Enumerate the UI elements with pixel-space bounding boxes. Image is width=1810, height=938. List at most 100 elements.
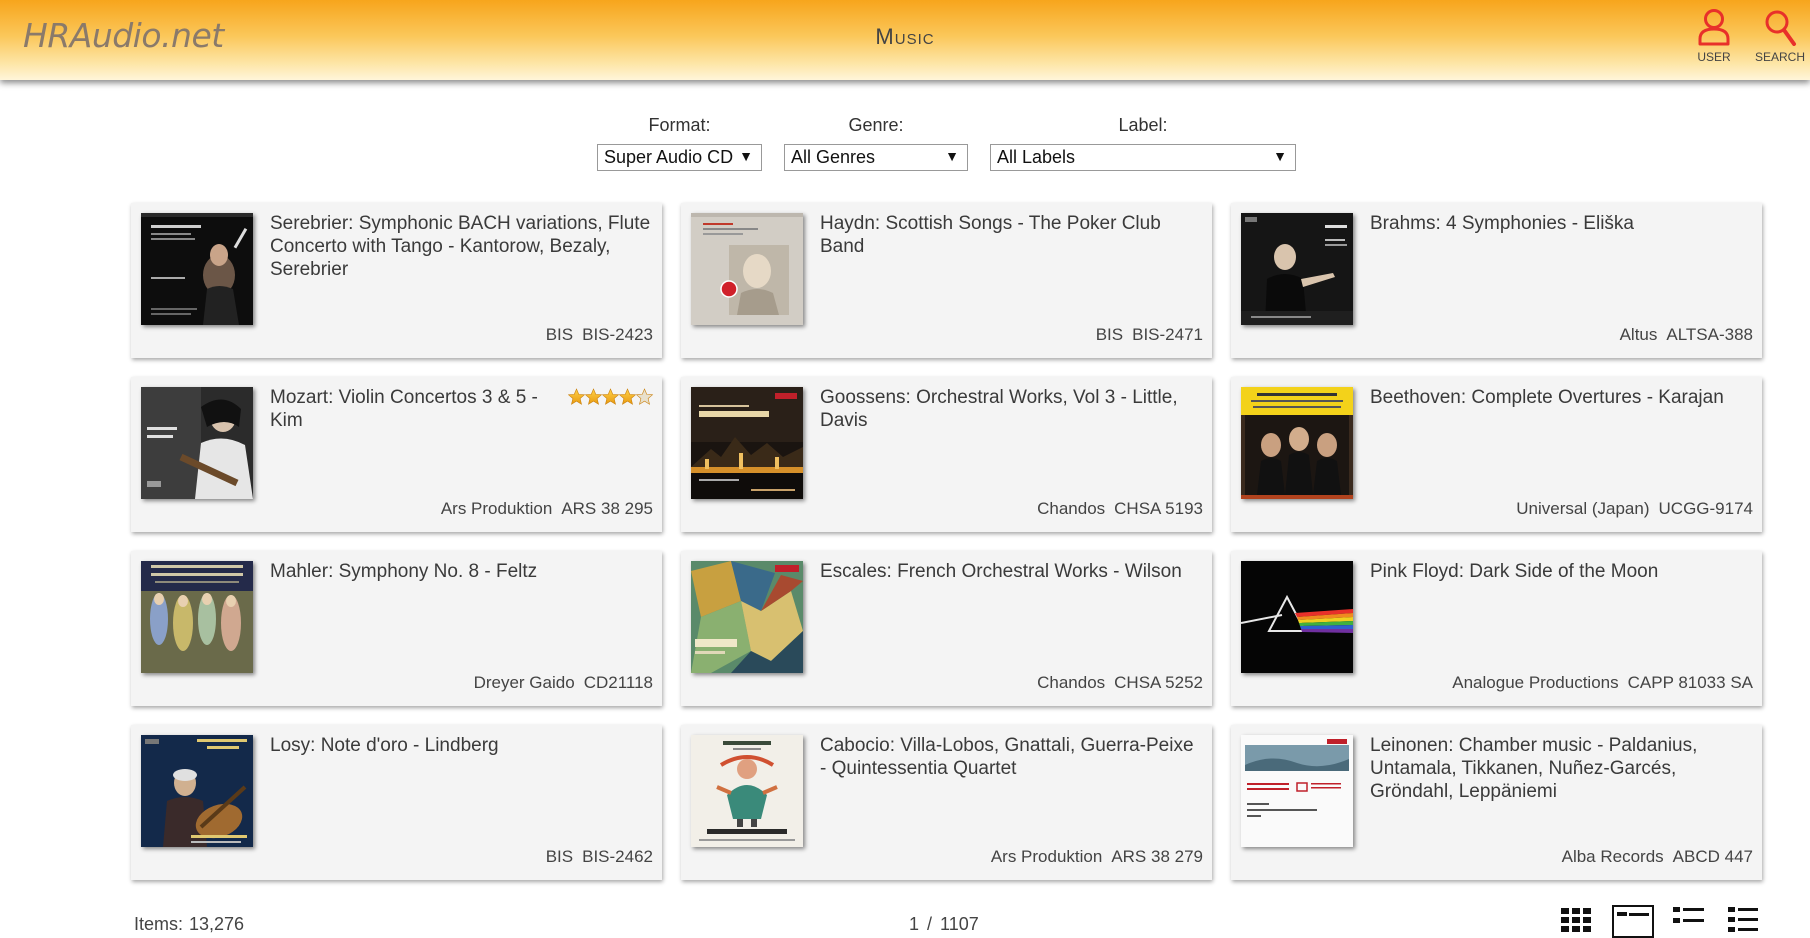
album-card[interactable]: Goossens: Orchestral Works, Vol 3 - Litt… [681, 377, 1212, 532]
dropdown-arrow-icon: ▼ [945, 148, 959, 164]
record-label[interactable]: Analogue Productions [1452, 673, 1618, 692]
album-meta: Analogue Productions CAPP 81033 SA [1452, 673, 1753, 693]
album-meta: Chandos CHSA 5252 [1037, 673, 1203, 693]
record-label[interactable]: Alba Records [1562, 847, 1664, 866]
genre-filter: Genre: All Genres ▼ [784, 115, 968, 171]
cover-list-view-button[interactable] [1612, 905, 1654, 938]
label-filter-label: Label: [1118, 115, 1168, 135]
user-icon [1698, 9, 1730, 46]
compact-list-view-icon [1673, 907, 1704, 923]
catalog-number: CD21118 [583, 673, 653, 692]
album-card[interactable]: Mahler: Symphony No. 8 - Feltz Dreyer Ga… [131, 551, 662, 706]
user-button[interactable]: USER [1684, 8, 1744, 64]
pagination: 1 / 1107 [905, 914, 983, 935]
album-meta: Chandos CHSA 5193 [1037, 499, 1203, 519]
album-cover[interactable] [141, 213, 253, 325]
catalog-number: CHSA 5252 [1114, 673, 1203, 692]
catalog-number: CHSA 5193 [1114, 499, 1203, 518]
dropdown-arrow-icon: ▼ [739, 148, 753, 164]
detail-list-view-icon [1728, 907, 1758, 932]
genre-select[interactable]: All Genres ▼ [784, 144, 968, 171]
star-rating-icon [567, 388, 654, 405]
album-cover[interactable] [141, 387, 253, 499]
album-title[interactable]: Cabocio: Villa-Lobos, Gnattali, Guerra-P… [820, 734, 1202, 780]
genre-filter-label: Genre: [848, 115, 904, 135]
format-filter-label: Format: [648, 115, 711, 135]
album-title[interactable]: Brahms: 4 Symphonies - Eliška [1370, 212, 1752, 235]
catalog-number: CAPP 81033 SA [1627, 673, 1753, 692]
detail-list-view-button[interactable] [1727, 905, 1759, 938]
album-meta: Dreyer Gaido CD21118 [474, 673, 653, 693]
album-card[interactable]: Pink Floyd: Dark Side of the Moon Analog… [1231, 551, 1762, 706]
album-title[interactable]: Escales: French Orchestral Works - Wilso… [820, 560, 1202, 583]
album-cover[interactable] [1241, 561, 1353, 673]
record-label[interactable]: BIS [1096, 325, 1123, 344]
record-label[interactable]: Universal (Japan) [1516, 499, 1649, 518]
catalog-number: BIS-2423 [582, 325, 653, 344]
grid-view-button[interactable] [1560, 905, 1592, 938]
items-count-value: 13,276 [189, 914, 245, 934]
record-label[interactable]: Chandos [1037, 499, 1105, 518]
album-title[interactable]: Beethoven: Complete Overtures - Karajan [1370, 386, 1752, 409]
album-cover[interactable] [691, 387, 803, 499]
album-cover[interactable] [691, 213, 803, 325]
album-cover[interactable] [1241, 213, 1353, 325]
album-cover[interactable] [691, 561, 803, 673]
album-title[interactable]: Mahler: Symphony No. 8 - Feltz [270, 560, 652, 583]
album-card[interactable]: Serebrier: Symphonic BACH variations, Fl… [131, 203, 662, 358]
album-card[interactable]: Haydn: Scottish Songs - The Poker Club B… [681, 203, 1212, 358]
grid-view-icon [1561, 908, 1591, 932]
record-label[interactable]: Ars Produktion [991, 847, 1103, 866]
album-card[interactable]: Cabocio: Villa-Lobos, Gnattali, Guerra-P… [681, 725, 1212, 880]
album-cover[interactable] [1241, 735, 1353, 847]
compact-list-view-button[interactable] [1672, 905, 1706, 938]
album-meta: BIS BIS-2423 [546, 325, 653, 345]
album-card[interactable]: Leinonen: Chamber music - Paldanius, Unt… [1231, 725, 1762, 880]
record-label[interactable]: Ars Produktion [441, 499, 553, 518]
catalog-number: UCGG-9174 [1658, 499, 1753, 518]
album-meta: BIS BIS-2462 [546, 847, 653, 867]
record-label[interactable]: Dreyer Gaido [474, 673, 575, 692]
album-title[interactable]: Serebrier: Symphonic BACH variations, Fl… [270, 212, 652, 281]
album-card[interactable]: Escales: French Orchestral Works - Wilso… [681, 551, 1212, 706]
search-button[interactable]: SEARCH [1750, 8, 1810, 64]
record-label[interactable]: BIS [546, 847, 573, 866]
album-meta: Ars Produktion ARS 38 295 [441, 499, 653, 519]
current-page[interactable]: 1 [909, 914, 919, 934]
catalog-number: ARS 38 279 [1111, 847, 1203, 866]
format-select[interactable]: Super Audio CD ▼ [597, 144, 762, 171]
format-select-value: Super Audio CD [604, 147, 734, 167]
album-card[interactable]: Brahms: 4 Symphonies - Eliška Altus ALTSA… [1231, 203, 1762, 358]
album-cover[interactable] [141, 735, 253, 847]
total-pages[interactable]: 1107 [940, 914, 979, 934]
record-label[interactable]: Altus [1620, 325, 1658, 344]
label-select-value: All Labels [997, 147, 1076, 167]
search-icon [1765, 10, 1796, 46]
album-cover[interactable] [1241, 387, 1353, 499]
album-cover[interactable] [141, 561, 253, 673]
top-bar: HRAudio.net Music USER SEARCH [0, 0, 1810, 80]
album-title[interactable]: Goossens: Orchestral Works, Vol 3 - Litt… [820, 386, 1202, 432]
album-title[interactable]: Mozart: Violin Concertos 3 & 5 - Kim [270, 386, 550, 432]
album-card[interactable]: Losy: Note d'oro - Lindberg BIS BIS-2462 [131, 725, 662, 880]
cover-list-view-icon [1612, 905, 1654, 938]
album-title[interactable]: Losy: Note d'oro - Lindberg [270, 734, 652, 757]
album-title[interactable]: Pink Floyd: Dark Side of the Moon [1370, 560, 1752, 583]
record-label[interactable]: Chandos [1037, 673, 1105, 692]
items-count: Items: 13,276 [134, 914, 244, 935]
album-meta: Universal (Japan) UCGG-9174 [1516, 499, 1753, 519]
label-select[interactable]: All Labels ▼ [990, 144, 1296, 171]
album-title[interactable]: Leinonen: Chamber music - Paldanius, Unt… [1370, 734, 1752, 803]
record-label[interactable]: BIS [546, 325, 573, 344]
catalog-number: ABCD 447 [1672, 847, 1753, 866]
album-meta: BIS BIS-2471 [1096, 325, 1203, 345]
album-card[interactable]: Mozart: Violin Concertos 3 & 5 - Kim Ars… [131, 377, 662, 532]
user-label: USER [1697, 50, 1731, 64]
album-title[interactable]: Haydn: Scottish Songs - The Poker Club B… [820, 212, 1202, 258]
search-label: SEARCH [1754, 50, 1805, 64]
genre-select-value: All Genres [791, 147, 876, 167]
album-cover[interactable] [691, 735, 803, 847]
album-card[interactable]: Beethoven: Complete Overtures - Karajan … [1231, 377, 1762, 532]
label-filter: Label: All Labels ▼ [990, 115, 1296, 171]
page-title: Music [875, 24, 935, 49]
